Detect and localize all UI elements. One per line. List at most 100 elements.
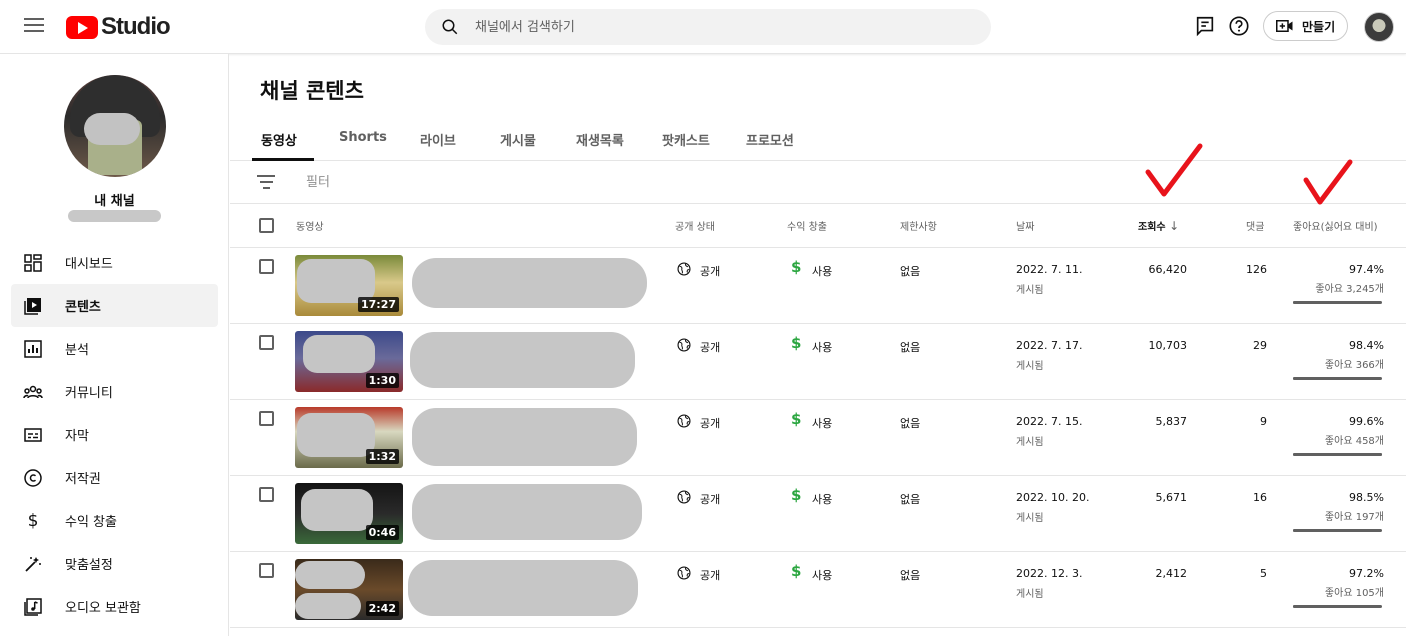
table-row[interactable]: 2:42 공개 $ 사용 없음 2022. 12. 3. 게시됨 2,412 5… [230,552,1406,628]
menu-icon[interactable] [24,15,44,35]
monetization-icon: $ [27,510,39,531]
table-row[interactable]: 1:30 공개 $ 사용 없음 2022. 7. 17. 게시됨 10,703 … [230,324,1406,400]
publish-status: 게시됨 [1016,437,1044,448]
globe-icon [677,262,691,276]
main-content: 채널 콘텐츠 동영상 Shorts 라이브 게시물 재생목록 팟캐스트 프로모션… [230,54,1406,636]
tab-podcasts[interactable]: 팟캐스트 [662,130,710,149]
dashboard-icon [24,253,42,272]
like-ratio-bar-fill [1293,529,1381,532]
column-comments[interactable]: 댓글 [1246,218,1264,233]
video-thumbnail[interactable]: 17:27 [295,255,403,316]
column-monetization[interactable]: 수익 창출 [787,218,827,233]
restrictions-value: 없음 [900,417,921,430]
like-ratio: 98.5% [1349,491,1384,504]
studio-logo[interactable]: Studio [66,13,171,41]
view-count: 5,671 [1155,491,1188,504]
publish-status: 게시됨 [1016,589,1044,600]
column-date[interactable]: 날짜 [1016,218,1034,233]
filter-input[interactable] [306,161,1006,203]
dollar-icon: $ [791,410,802,428]
column-restrictions[interactable]: 제한사항 [900,218,937,233]
create-button-label: 만들기 [1302,19,1336,34]
video-title-redacted[interactable] [408,560,638,616]
video-table: 17:27 공개 $ 사용 없음 2022. 7. 11. 게시됨 66,420… [230,248,1406,628]
video-thumbnail[interactable]: 1:30 [295,331,403,392]
sidebar-item-subtitles[interactable]: 자막 [11,413,218,456]
tab-promotions[interactable]: 프로모션 [746,130,794,149]
content-icon [24,297,41,315]
sidebar-item-label: 오디오 보관함 [65,601,141,616]
column-visibility[interactable]: 공개 상태 [675,218,715,233]
like-ratio-bar [1293,301,1382,304]
sidebar-item-audio-library[interactable]: 오디오 보관함 [11,585,218,628]
like-ratio-bar-fill [1293,377,1381,380]
dollar-icon: $ [791,486,802,504]
top-bar: Studio 만들기 [0,0,1406,54]
row-checkbox[interactable] [259,259,274,274]
tab-playlists[interactable]: 재생목록 [576,130,624,149]
video-title-redacted[interactable] [412,484,642,540]
monetization-status: 사용 [812,265,833,278]
table-row[interactable]: 1:32 공개 $ 사용 없음 2022. 7. 15. 게시됨 5,837 9… [230,400,1406,476]
channel-handle-redacted [68,210,161,222]
help-icon[interactable] [1228,15,1250,37]
globe-icon [677,490,691,504]
like-ratio-bar-fill [1293,453,1382,456]
like-ratio-bar-fill [1293,301,1380,304]
sidebar-item-content[interactable]: 콘텐츠 [11,284,218,327]
create-button[interactable]: 만들기 [1263,11,1348,41]
video-title-redacted[interactable] [410,332,635,388]
column-views[interactable]: 조회수 ↓ [1138,218,1179,233]
sidebar-item-monetization[interactable]: $ 수익 창출 [11,499,218,542]
video-thumbnail[interactable]: 1:32 [295,407,403,468]
publish-status: 게시됨 [1016,513,1044,524]
like-count: 좋아요 366개 [1324,360,1384,371]
dollar-icon: $ [791,334,802,352]
row-checkbox[interactable] [259,487,274,502]
channel-avatar[interactable] [64,75,166,177]
content-tabs: 동영상 Shorts 라이브 게시물 재생목록 팟캐스트 프로모션 [230,118,1406,161]
sidebar-item-dashboard[interactable]: 대시보드 [11,241,218,284]
search-input[interactable] [475,9,975,45]
video-duration: 1:32 [365,449,399,464]
sidebar-item-community[interactable]: 커뮤니티 [11,370,218,413]
account-avatar[interactable] [1364,12,1394,42]
publish-date: 2022. 10. 20. [1016,491,1090,504]
view-count: 10,703 [1148,339,1188,352]
tab-videos[interactable]: 동영상 [261,130,297,149]
comment-count: 16 [1253,491,1267,504]
tab-shorts[interactable]: Shorts [339,130,387,145]
logo-text: Studio [101,13,171,40]
table-row[interactable]: 17:27 공개 $ 사용 없음 2022. 7. 11. 게시됨 66,420… [230,248,1406,324]
sidebar-item-analytics[interactable]: 분석 [11,327,218,370]
video-thumbnail[interactable]: 0:46 [295,483,403,544]
sidebar-item-customization[interactable]: 맞춤설정 [11,542,218,585]
like-count: 좋아요 3,245개 [1315,284,1384,295]
sidebar-item-copyright[interactable]: 저작권 [11,456,218,499]
like-ratio: 97.4% [1349,263,1384,276]
publish-date: 2022. 12. 3. [1016,567,1083,580]
video-title-redacted[interactable] [412,408,637,466]
view-count: 66,420 [1148,263,1188,276]
tab-live[interactable]: 라이브 [420,130,456,149]
select-all-checkbox[interactable] [259,218,274,233]
page-title: 채널 콘텐츠 [260,79,364,103]
like-ratio-bar [1293,605,1382,608]
video-title-redacted[interactable] [412,258,647,308]
audio-library-icon [24,597,42,616]
row-checkbox[interactable] [259,335,274,350]
row-checkbox[interactable] [259,411,274,426]
filter-icon[interactable] [257,175,275,189]
video-thumbnail[interactable]: 2:42 [295,559,403,620]
sidebar-item-label: 자막 [65,429,89,444]
tab-posts[interactable]: 게시물 [500,130,536,149]
search-icon[interactable] [441,18,459,36]
table-row[interactable]: 0:46 공개 $ 사용 없음 2022. 10. 20. 게시됨 5,671 … [230,476,1406,552]
feedback-icon[interactable] [1194,15,1216,37]
sidebar-item-label: 맞춤설정 [65,558,113,573]
globe-icon [677,566,691,580]
restrictions-value: 없음 [900,493,921,506]
column-likes[interactable]: 좋아요(싫어요 대비) [1293,218,1378,233]
restrictions-value: 없음 [900,265,921,278]
row-checkbox[interactable] [259,563,274,578]
